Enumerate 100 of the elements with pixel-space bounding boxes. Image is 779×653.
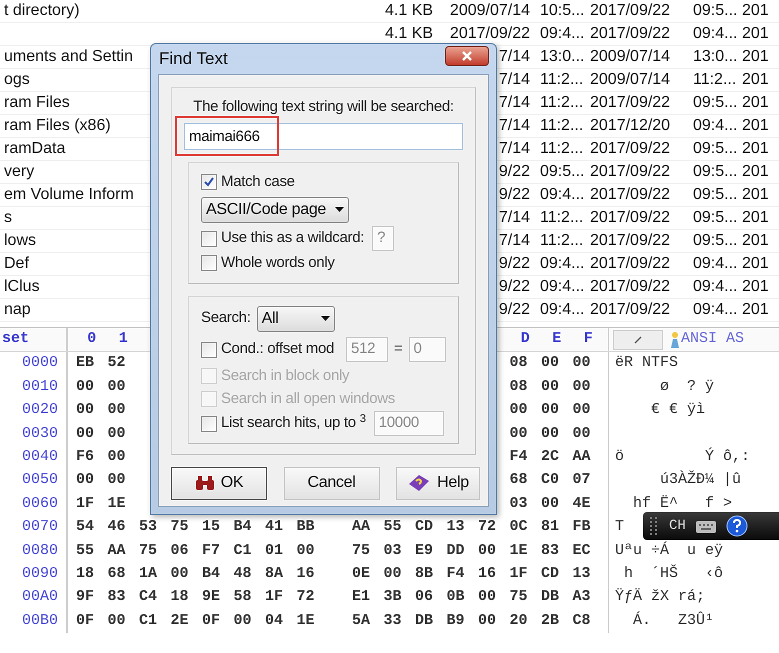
table-cell: 2017/09/22 <box>590 140 670 157</box>
table-cell: 201 <box>742 2 769 19</box>
hex-byte: 07 <box>572 471 591 488</box>
checkbox[interactable] <box>201 416 217 432</box>
hex-byte: E9 <box>415 542 434 559</box>
table-cell: 09:4... <box>693 255 738 272</box>
hex-byte: 00 <box>572 378 591 395</box>
hex-byte: 68 <box>510 471 528 488</box>
offset-label: 0090 <box>22 564 58 584</box>
text-preview: ö Ý ô,: <box>615 446 750 467</box>
table-cell: 4.1 KB <box>385 2 434 19</box>
hex-byte: 06 <box>170 542 189 559</box>
hex-byte: 72 <box>296 588 315 606</box>
close-button[interactable] <box>445 46 489 66</box>
table-cell: 7/14 <box>498 71 530 88</box>
hex-byte: 00 <box>76 424 94 442</box>
hex-byte: 13 <box>572 564 591 582</box>
table-cell: 11:2... <box>540 71 584 88</box>
hex-byte: 75 <box>139 542 158 559</box>
offset-label: 0010 <box>22 376 58 397</box>
checkbox-label: Cond.: offset mod <box>221 339 334 360</box>
hex-byte: 41 <box>265 518 284 536</box>
table-cell: lClus <box>4 278 40 295</box>
hex-byte: 00 <box>296 542 315 559</box>
hex-byte: 01 <box>265 542 284 559</box>
hex-byte: C0 <box>541 471 560 488</box>
hex-byte: 04 <box>265 612 284 629</box>
table-cell: 09:4... <box>540 278 584 295</box>
table-cell: 201 <box>742 71 769 88</box>
table-cell: ram Files (x86) <box>4 117 111 134</box>
search-field[interactable]: maimai666 <box>184 122 463 150</box>
table-cell: 201 <box>742 25 769 42</box>
table-cell: 2017/09/22 <box>590 186 670 203</box>
table-cell: 09:5... <box>693 186 738 203</box>
hex-byte: 00 <box>76 378 94 395</box>
checkbox-label: Whole words only <box>221 252 335 273</box>
hex-byte: 00 <box>541 424 560 442</box>
hex-byte: 00 <box>510 424 528 442</box>
column-header: 0 <box>87 330 96 348</box>
dropdown[interactable]: All <box>256 306 335 332</box>
offset-label: 0020 <box>22 400 58 420</box>
table-cell: lows <box>4 232 36 249</box>
table-cell: 2017/09/22 <box>590 163 670 180</box>
column-header: F <box>584 330 593 348</box>
checkbox[interactable] <box>201 255 217 271</box>
table-cell: 09:4... <box>693 301 738 318</box>
table-cell: uments and Settin <box>4 48 133 65</box>
table-cell: 7/14 <box>498 48 530 65</box>
checkbox-label: Match case <box>221 172 295 192</box>
table-cell: 7/14 <box>498 209 530 226</box>
hex-byte: 13 <box>446 518 465 536</box>
table-cell: 201 <box>742 163 769 180</box>
hex-byte: 00 <box>76 471 94 488</box>
grip-icon <box>649 515 659 537</box>
hex-byte: 75 <box>170 518 189 536</box>
table-cell: 9/22 <box>498 163 530 180</box>
table-cell: s <box>4 209 12 226</box>
language-indicator[interactable]: CH <box>669 516 686 536</box>
checkbox-label: List search hits, up to $^{3}$ <box>221 412 366 434</box>
hex-byte: 0C <box>510 518 528 536</box>
ok-button[interactable]: OK <box>171 466 267 500</box>
equals-sign: = <box>394 339 402 360</box>
book-icon <box>407 473 432 493</box>
table-cell: 7/14 <box>498 94 530 111</box>
checkbox[interactable] <box>201 230 217 246</box>
hex-byte: 1F <box>265 588 284 606</box>
hex-byte: 55 <box>76 542 94 559</box>
hex-byte: 00 <box>108 401 126 418</box>
table-cell: ram Files <box>4 94 70 111</box>
help-button[interactable]: Help <box>396 466 480 500</box>
checkbox[interactable] <box>201 342 217 358</box>
table-cell: 09:5... <box>693 163 738 180</box>
hex-byte: 16 <box>296 564 315 582</box>
hex-byte: 3B <box>384 588 402 606</box>
hex-byte: AA <box>108 542 126 559</box>
table-cell: 13:0... <box>540 48 584 65</box>
table-cell: 09:4... <box>540 25 584 42</box>
hex-byte: 54 <box>76 518 94 536</box>
dropdown[interactable]: ASCII/Code page <box>201 196 349 222</box>
hex-byte: 52 <box>108 354 126 372</box>
hex-byte: 1F <box>76 494 94 512</box>
column-header: set <box>2 329 30 350</box>
text-preview: ø ? ÿ <box>659 376 714 397</box>
hex-byte: 00 <box>541 354 560 372</box>
hex-byte: 18 <box>170 588 189 606</box>
table-cell: 09:4... <box>540 301 584 318</box>
table-cell: 09:5... <box>540 163 584 180</box>
table-cell: 2017/09/22 <box>590 25 670 42</box>
hex-byte: 46 <box>108 518 126 536</box>
table-cell: 7/14 <box>498 140 530 157</box>
hex-byte: 75 <box>352 542 370 559</box>
hex-byte: 2E <box>170 612 189 629</box>
hex-byte: 00 <box>108 378 126 395</box>
hex-byte: 58 <box>234 588 252 606</box>
cancel-button[interactable]: Cancel <box>284 466 380 500</box>
checkbox[interactable] <box>201 174 217 190</box>
column-header: 1 <box>118 330 128 348</box>
table-cell: 7/14 <box>498 232 530 249</box>
table-cell: 09:5... <box>693 140 738 157</box>
caret-icon <box>335 207 344 212</box>
